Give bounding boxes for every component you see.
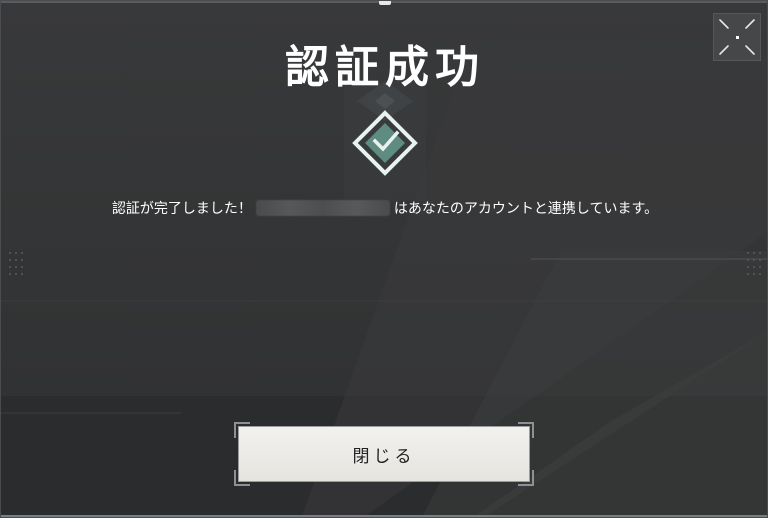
top-notch (379, 1, 391, 5)
bottom-border (1, 515, 767, 517)
close-button[interactable]: 閉じる (238, 426, 530, 482)
check-diamond-icon (352, 110, 418, 176)
message-suffix: はあなたのアカウントと連携しています。 (393, 201, 659, 217)
redacted-account-name (255, 200, 390, 216)
success-message: 認証が完了しました！ はあなたのアカウントと連携しています。 (1, 198, 767, 218)
auth-success-dialog: 認証成功 認証が完了しました！ はあなたのアカウントと連携しています。 閉じる (0, 0, 768, 518)
message-prefix: 認証が完了しました！ (111, 201, 252, 217)
